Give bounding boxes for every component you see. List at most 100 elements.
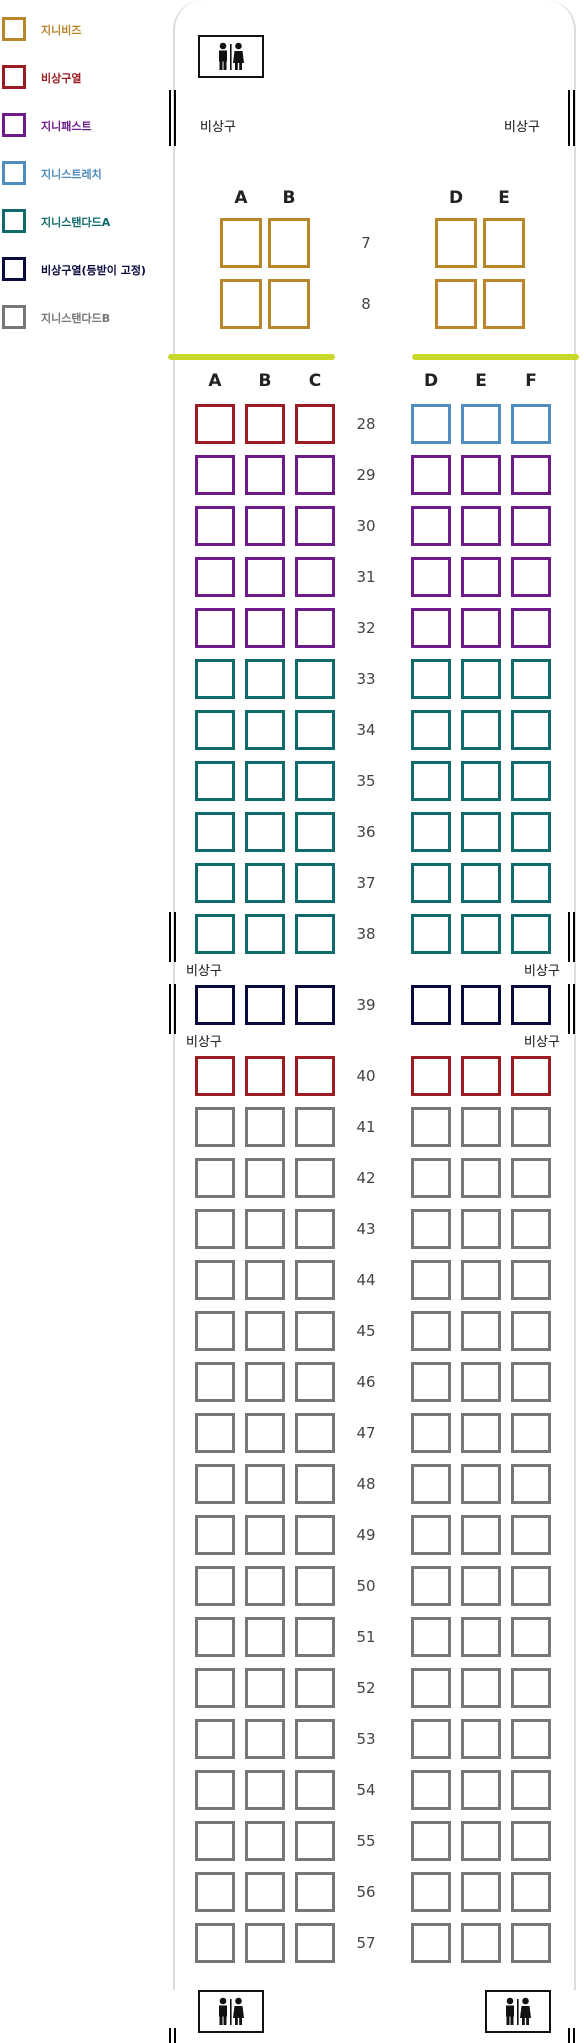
seat-53C[interactable] [295, 1719, 335, 1759]
seat-34E[interactable] [461, 710, 501, 750]
seat-34A[interactable] [195, 710, 235, 750]
seat-43E[interactable] [461, 1209, 501, 1249]
seat-54D[interactable] [411, 1770, 451, 1810]
seat-44E[interactable] [461, 1260, 501, 1300]
seat-36E[interactable] [461, 812, 501, 852]
seat-34C[interactable] [295, 710, 335, 750]
seat-57F[interactable] [511, 1923, 551, 1963]
seat-53D[interactable] [411, 1719, 451, 1759]
seat-54B[interactable] [245, 1770, 285, 1810]
seat-36D[interactable] [411, 812, 451, 852]
seat-31D[interactable] [411, 557, 451, 597]
seat-28F[interactable] [511, 404, 551, 444]
seat-53E[interactable] [461, 1719, 501, 1759]
seat-8D[interactable] [435, 279, 477, 329]
seat-31C[interactable] [295, 557, 335, 597]
seat-47F[interactable] [511, 1413, 551, 1453]
seat-44F[interactable] [511, 1260, 551, 1300]
seat-29D[interactable] [411, 455, 451, 495]
seat-46D[interactable] [411, 1362, 451, 1402]
seat-56A[interactable] [195, 1872, 235, 1912]
seat-37A[interactable] [195, 863, 235, 903]
seat-49A[interactable] [195, 1515, 235, 1555]
seat-51D[interactable] [411, 1617, 451, 1657]
seat-8E[interactable] [483, 279, 525, 329]
seat-35A[interactable] [195, 761, 235, 801]
seat-52C[interactable] [295, 1668, 335, 1708]
seat-41A[interactable] [195, 1107, 235, 1147]
seat-44B[interactable] [245, 1260, 285, 1300]
seat-48B[interactable] [245, 1464, 285, 1504]
seat-31E[interactable] [461, 557, 501, 597]
seat-41C[interactable] [295, 1107, 335, 1147]
seat-43F[interactable] [511, 1209, 551, 1249]
seat-55E[interactable] [461, 1821, 501, 1861]
seat-50D[interactable] [411, 1566, 451, 1606]
seat-30F[interactable] [511, 506, 551, 546]
seat-42A[interactable] [195, 1158, 235, 1198]
seat-41F[interactable] [511, 1107, 551, 1147]
seat-50C[interactable] [295, 1566, 335, 1606]
seat-56E[interactable] [461, 1872, 501, 1912]
seat-38D[interactable] [411, 914, 451, 954]
seat-56F[interactable] [511, 1872, 551, 1912]
seat-49D[interactable] [411, 1515, 451, 1555]
seat-46B[interactable] [245, 1362, 285, 1402]
seat-51C[interactable] [295, 1617, 335, 1657]
seat-40E[interactable] [461, 1056, 501, 1096]
seat-37B[interactable] [245, 863, 285, 903]
seat-8B[interactable] [268, 279, 310, 329]
seat-34F[interactable] [511, 710, 551, 750]
seat-42E[interactable] [461, 1158, 501, 1198]
seat-57C[interactable] [295, 1923, 335, 1963]
seat-51B[interactable] [245, 1617, 285, 1657]
seat-39C[interactable] [295, 985, 335, 1025]
seat-7D[interactable] [435, 218, 477, 268]
seat-46F[interactable] [511, 1362, 551, 1402]
seat-39E[interactable] [461, 985, 501, 1025]
seat-33D[interactable] [411, 659, 451, 699]
seat-47A[interactable] [195, 1413, 235, 1453]
seat-45A[interactable] [195, 1311, 235, 1351]
seat-29B[interactable] [245, 455, 285, 495]
seat-35E[interactable] [461, 761, 501, 801]
seat-43A[interactable] [195, 1209, 235, 1249]
seat-33E[interactable] [461, 659, 501, 699]
seat-57D[interactable] [411, 1923, 451, 1963]
seat-42D[interactable] [411, 1158, 451, 1198]
seat-39B[interactable] [245, 985, 285, 1025]
seat-43B[interactable] [245, 1209, 285, 1249]
seat-44D[interactable] [411, 1260, 451, 1300]
seat-36A[interactable] [195, 812, 235, 852]
seat-38C[interactable] [295, 914, 335, 954]
seat-47B[interactable] [245, 1413, 285, 1453]
seat-48A[interactable] [195, 1464, 235, 1504]
seat-53B[interactable] [245, 1719, 285, 1759]
seat-33A[interactable] [195, 659, 235, 699]
seat-30C[interactable] [295, 506, 335, 546]
seat-40A[interactable] [195, 1056, 235, 1096]
seat-49F[interactable] [511, 1515, 551, 1555]
seat-36C[interactable] [295, 812, 335, 852]
seat-28B[interactable] [245, 404, 285, 444]
seat-44C[interactable] [295, 1260, 335, 1300]
seat-55F[interactable] [511, 1821, 551, 1861]
seat-43D[interactable] [411, 1209, 451, 1249]
seat-38F[interactable] [511, 914, 551, 954]
seat-38B[interactable] [245, 914, 285, 954]
seat-48D[interactable] [411, 1464, 451, 1504]
seat-38E[interactable] [461, 914, 501, 954]
seat-38A[interactable] [195, 914, 235, 954]
seat-35F[interactable] [511, 761, 551, 801]
seat-41D[interactable] [411, 1107, 451, 1147]
seat-32A[interactable] [195, 608, 235, 648]
seat-29F[interactable] [511, 455, 551, 495]
seat-40B[interactable] [245, 1056, 285, 1096]
seat-34D[interactable] [411, 710, 451, 750]
seat-55C[interactable] [295, 1821, 335, 1861]
seat-54C[interactable] [295, 1770, 335, 1810]
seat-54E[interactable] [461, 1770, 501, 1810]
seat-51E[interactable] [461, 1617, 501, 1657]
seat-37E[interactable] [461, 863, 501, 903]
seat-7A[interactable] [220, 218, 262, 268]
